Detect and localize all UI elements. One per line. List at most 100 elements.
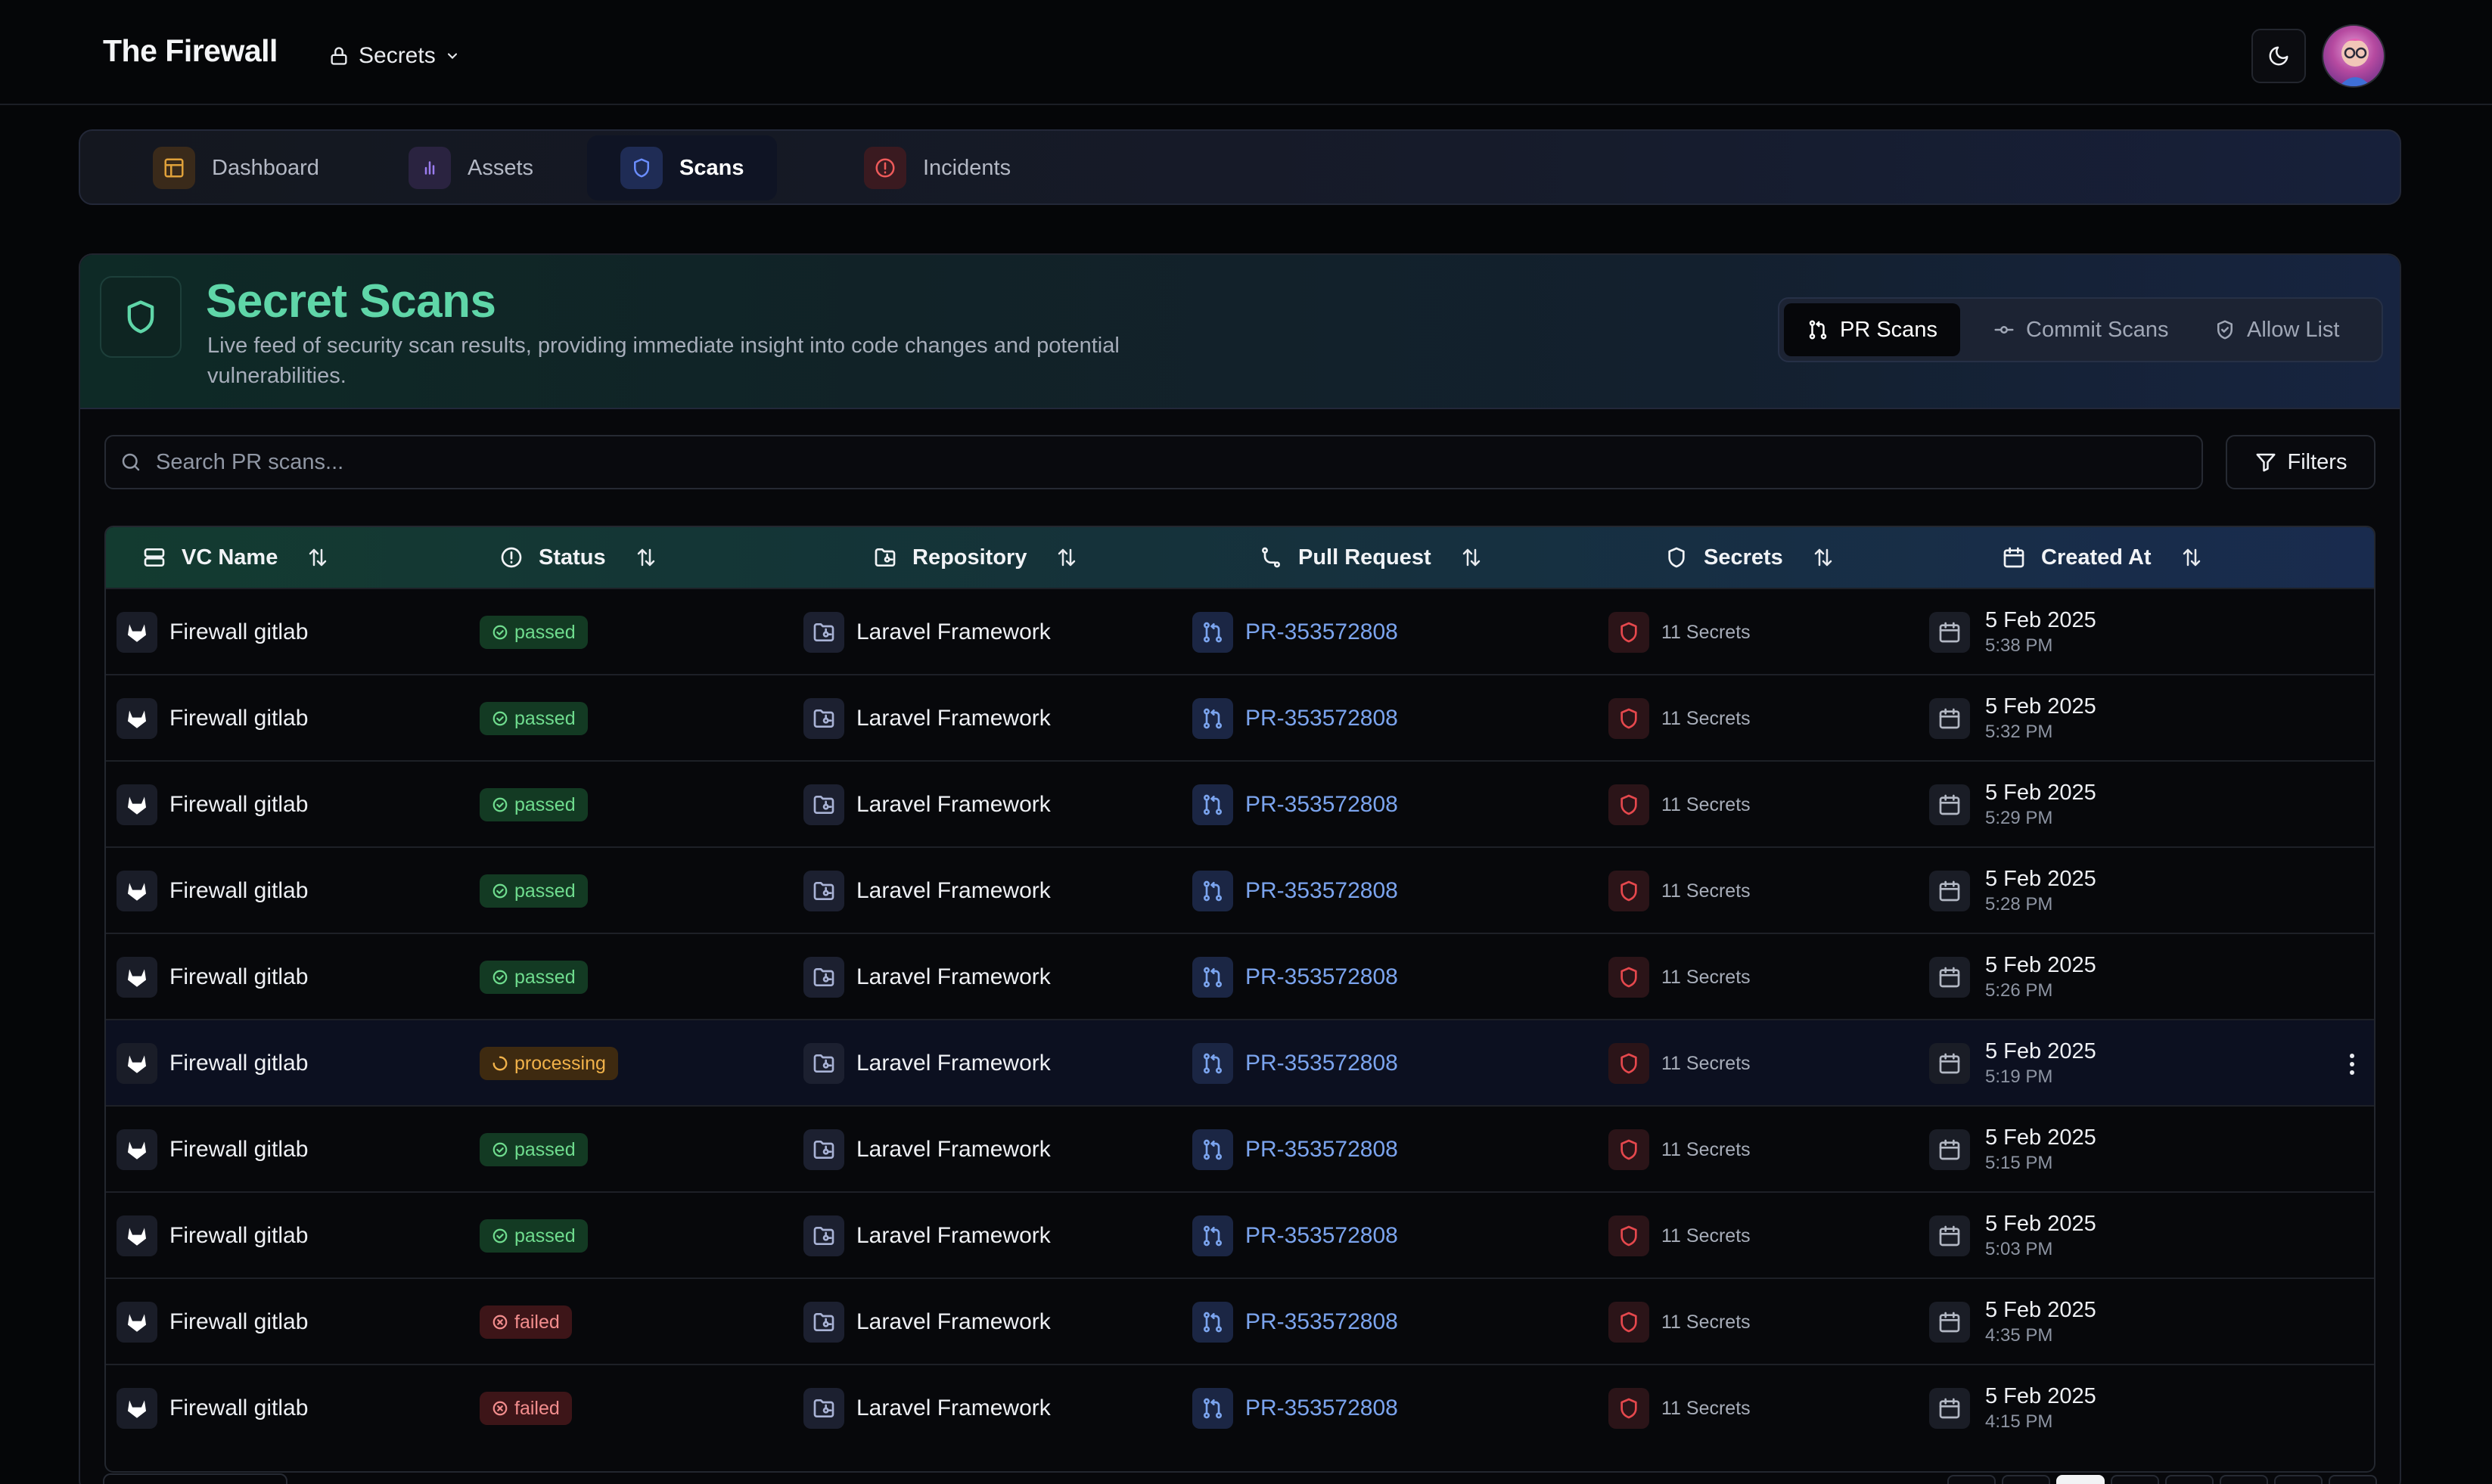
column-header-created-at[interactable]: Created At [2002,527,2203,588]
row-actions-menu-button[interactable] [2341,1049,2363,1079]
table-row[interactable]: Firewall gitlab passed Laravel Framework… [106,588,2374,674]
git-pull-request-icon [1192,957,1233,998]
status-label: failed [514,1397,560,1419]
status-passed-icon [492,883,508,899]
table-row[interactable]: Firewall gitlab passed Laravel Framework… [106,760,2374,846]
column-header-pull-request[interactable]: Pull Request [1259,527,1483,588]
pull-request-link[interactable]: PR-353572808 [1245,706,1398,731]
pagination-button[interactable] [2111,1475,2159,1484]
pull-request-cell: PR-353572808 [1192,1365,1398,1451]
status-cell: failed [480,1279,572,1365]
secrets-cell: 11 Secrets [1608,1107,1751,1193]
nav-tab-scans[interactable]: Scans [587,135,778,200]
status-cell: passed [480,589,588,675]
status-badge: passed [480,874,588,908]
search-input[interactable] [156,449,2123,475]
status-processing-icon [492,1055,508,1072]
pull-request-link[interactable]: PR-353572808 [1245,1396,1398,1421]
pull-request-cell: PR-353572808 [1192,934,1398,1020]
status-label: passed [514,1138,576,1160]
folder-git-icon [803,698,844,739]
pull-request-link[interactable]: PR-353572808 [1245,964,1398,990]
nav-tab-dashboard[interactable]: Dashboard [120,135,353,200]
pull-request-link[interactable]: PR-353572808 [1245,878,1398,904]
vc-name-cell: Firewall gitlab [117,675,308,762]
nav-tab-incidents[interactable]: Incidents [831,135,1044,200]
pull-request-link[interactable]: PR-353572808 [1245,1051,1398,1076]
pull-request-link[interactable]: PR-353572808 [1245,1223,1398,1249]
tab-pr-scans[interactable]: PR Scans [1784,303,1960,356]
created-date: 5 Feb 2025 [1985,608,2096,632]
status-cell: failed [480,1365,572,1451]
pagination-button[interactable] [2165,1475,2214,1484]
vc-name-cell: Firewall gitlab [117,848,308,934]
sort-icon[interactable] [1055,546,1078,569]
pagination-button[interactable] [2329,1475,2377,1484]
status-failed-icon [492,1400,508,1417]
pagination-button[interactable] [2220,1475,2268,1484]
table-row[interactable]: Firewall gitlab passed Laravel Framework… [106,1105,2374,1191]
sort-icon[interactable] [1460,546,1483,569]
table-row[interactable]: Firewall gitlab failed Laravel Framework… [106,1278,2374,1364]
app-brand[interactable]: The Firewall [103,33,278,69]
tab-allow-list[interactable]: Allow List [2191,303,2363,356]
status-label: passed [514,621,576,643]
pull-request-link[interactable]: PR-353572808 [1245,619,1398,645]
calendar-icon [1929,957,1970,998]
table-row[interactable]: Firewall gitlab processing Laravel Frame… [106,1019,2374,1105]
repository-cell: Laravel Framework [803,934,1051,1020]
sort-icon[interactable] [635,546,657,569]
pull-request-link[interactable]: PR-353572808 [1245,792,1398,818]
sort-icon[interactable] [2180,546,2203,569]
column-header-status[interactable]: Status [499,527,657,588]
gitlab-icon [117,784,157,825]
repository-name: Laravel Framework [856,619,1051,644]
column-label: Created At [2041,545,2152,570]
status-passed-icon [492,624,508,641]
sort-icon[interactable] [1812,546,1835,569]
filters-button[interactable]: Filters [2226,435,2375,489]
status-badge: passed [480,961,588,994]
status-badge: passed [480,1133,588,1166]
nav-tab-assets[interactable]: Assets [375,135,567,200]
table-row[interactable]: Firewall gitlab failed Laravel Framework… [106,1364,2374,1450]
pull-request-link[interactable]: PR-353572808 [1245,1137,1398,1163]
created-time: 5:26 PM [1985,980,2053,1001]
vc-name: Firewall gitlab [169,706,309,731]
created-time: 5:28 PM [1985,894,2053,914]
column-header-repository[interactable]: Repository [873,527,1078,588]
pagination-button-current[interactable] [2056,1475,2105,1484]
table-row[interactable]: Firewall gitlab passed Laravel Framework… [106,674,2374,760]
table-row[interactable]: Firewall gitlab passed Laravel Framework… [106,933,2374,1019]
theme-toggle-button[interactable] [2251,29,2306,83]
vc-name: Firewall gitlab [169,1051,309,1076]
repository-cell: Laravel Framework [803,762,1051,848]
status-badge: passed [480,616,588,649]
sort-icon[interactable] [306,546,329,569]
status-badge: failed [480,1305,572,1339]
shield-icon [1608,1129,1649,1170]
pagination-button[interactable] [2274,1475,2323,1484]
created-date: 5 Feb 2025 [1985,781,2096,805]
tab-commit-scans[interactable]: Commit Scans [1970,303,2192,356]
column-header-secrets[interactable]: Secrets [1664,527,1835,588]
user-avatar[interactable] [2322,24,2385,88]
vc-name-cell: Firewall gitlab [117,934,308,1020]
search-icon [120,451,142,473]
table-row[interactable]: Firewall gitlab passed Laravel Framework… [106,846,2374,933]
pagination-button[interactable] [1947,1475,1996,1484]
folder-git-icon [803,1302,844,1343]
status-passed-icon [492,1228,508,1244]
calendar-icon [1929,871,1970,911]
table-row[interactable]: Firewall gitlab passed Laravel Framework… [106,1191,2374,1278]
rows-per-page-select[interactable] [103,1473,287,1484]
secrets-cell: 11 Secrets [1608,675,1751,762]
pagination-button[interactable] [2002,1475,2050,1484]
pull-request-link[interactable]: PR-353572808 [1245,1309,1398,1335]
created-at-cell: 5 Feb 2025 5:26 PM [1929,934,2096,1020]
git-pull-request-icon [1192,1302,1233,1343]
status-label: processing [514,1052,606,1074]
secrets-count: 11 Secrets [1661,707,1751,729]
workspace-switcher[interactable]: Secrets [328,41,460,71]
column-header-vc-name[interactable]: VC Name [142,527,329,588]
